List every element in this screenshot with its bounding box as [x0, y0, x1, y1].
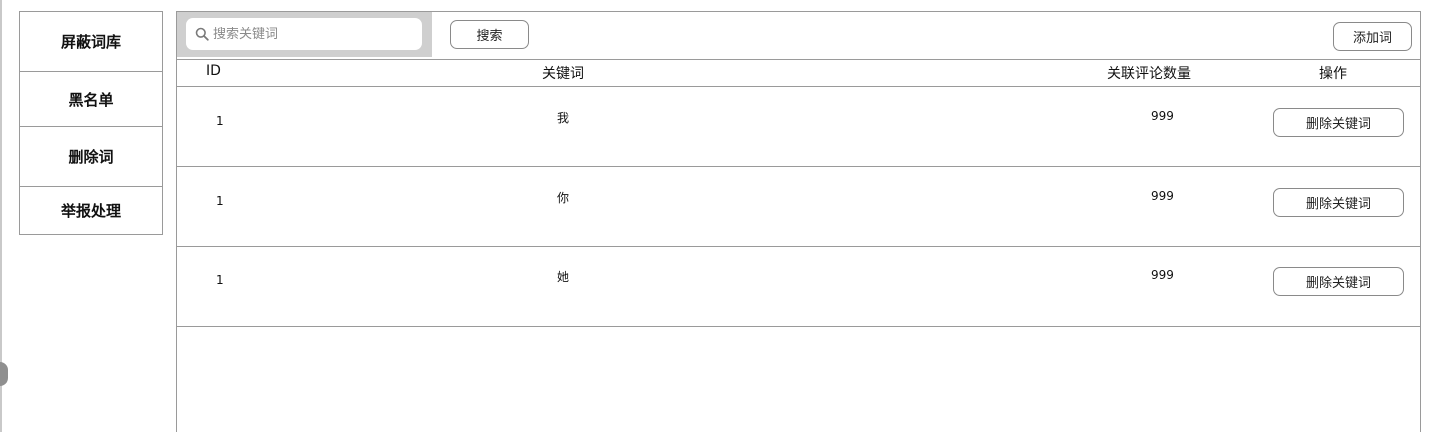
delete-keyword-button[interactable]: 删除关键词 [1273, 188, 1404, 217]
sidebar-item-label: 屏蔽词库 [60, 33, 121, 51]
delete-keyword-button[interactable]: 删除关键词 [1273, 267, 1404, 296]
search-button[interactable]: 搜索 [450, 20, 529, 49]
row-keyword: 我 [557, 111, 570, 125]
sidebar-item-deleted-words[interactable]: 删除词 [20, 127, 162, 187]
sidebar-item-blacklist[interactable]: 黑名单 [20, 72, 162, 127]
row-comment-count: 999 [1151, 268, 1174, 282]
search-box[interactable] [186, 18, 422, 50]
sidebar-item-label: 删除词 [68, 148, 114, 166]
column-header-keyword: 关键词 [542, 66, 584, 82]
delete-keyword-label: 删除关键词 [1305, 197, 1371, 212]
delete-keyword-label: 删除关键词 [1305, 117, 1371, 132]
table-header: ID 关键词 关联评论数量 操作 [177, 59, 1420, 87]
delete-keyword-button[interactable]: 删除关键词 [1273, 108, 1404, 137]
main-panel: 搜索 添加词 ID 关键词 关联评论数量 操作 1 我 999 删除关键词 1 … [176, 11, 1421, 432]
sidebar-item-label: 黑名单 [68, 90, 114, 109]
sidebar-item-reports[interactable]: 举报处理 [20, 187, 162, 234]
column-header-actions: 操作 [1319, 66, 1347, 82]
row-keyword: 她 [557, 270, 570, 284]
row-comment-count: 999 [1151, 189, 1174, 203]
table-row: 1 你 999 删除关键词 [177, 167, 1420, 247]
column-header-id: ID [206, 63, 221, 79]
add-word-button-label: 添加词 [1352, 31, 1392, 46]
table-row: 1 我 999 删除关键词 [177, 87, 1420, 167]
column-header-comment-count: 关联评论数量 [1107, 66, 1191, 82]
sidebar-item-blocked-words[interactable]: 屏蔽词库 [20, 12, 162, 72]
add-word-button[interactable]: 添加词 [1333, 22, 1412, 51]
sidebar: 屏蔽词库 黑名单 删除词 举报处理 [19, 11, 163, 235]
search-input[interactable] [213, 26, 413, 42]
row-comment-count: 999 [1151, 109, 1174, 123]
row-id: 1 [216, 114, 224, 128]
search-button-label: 搜索 [476, 29, 503, 44]
search-container [177, 12, 432, 57]
delete-keyword-label: 删除关键词 [1305, 276, 1371, 291]
row-id: 1 [216, 194, 224, 208]
row-keyword: 你 [557, 191, 570, 205]
collapse-handle[interactable] [0, 362, 8, 386]
row-id: 1 [216, 273, 224, 287]
table-row: 1 她 999 删除关键词 [177, 247, 1420, 327]
sidebar-item-label: 举报处理 [60, 202, 121, 220]
search-icon [195, 27, 209, 41]
toolbar: 搜索 添加词 [177, 12, 1420, 60]
